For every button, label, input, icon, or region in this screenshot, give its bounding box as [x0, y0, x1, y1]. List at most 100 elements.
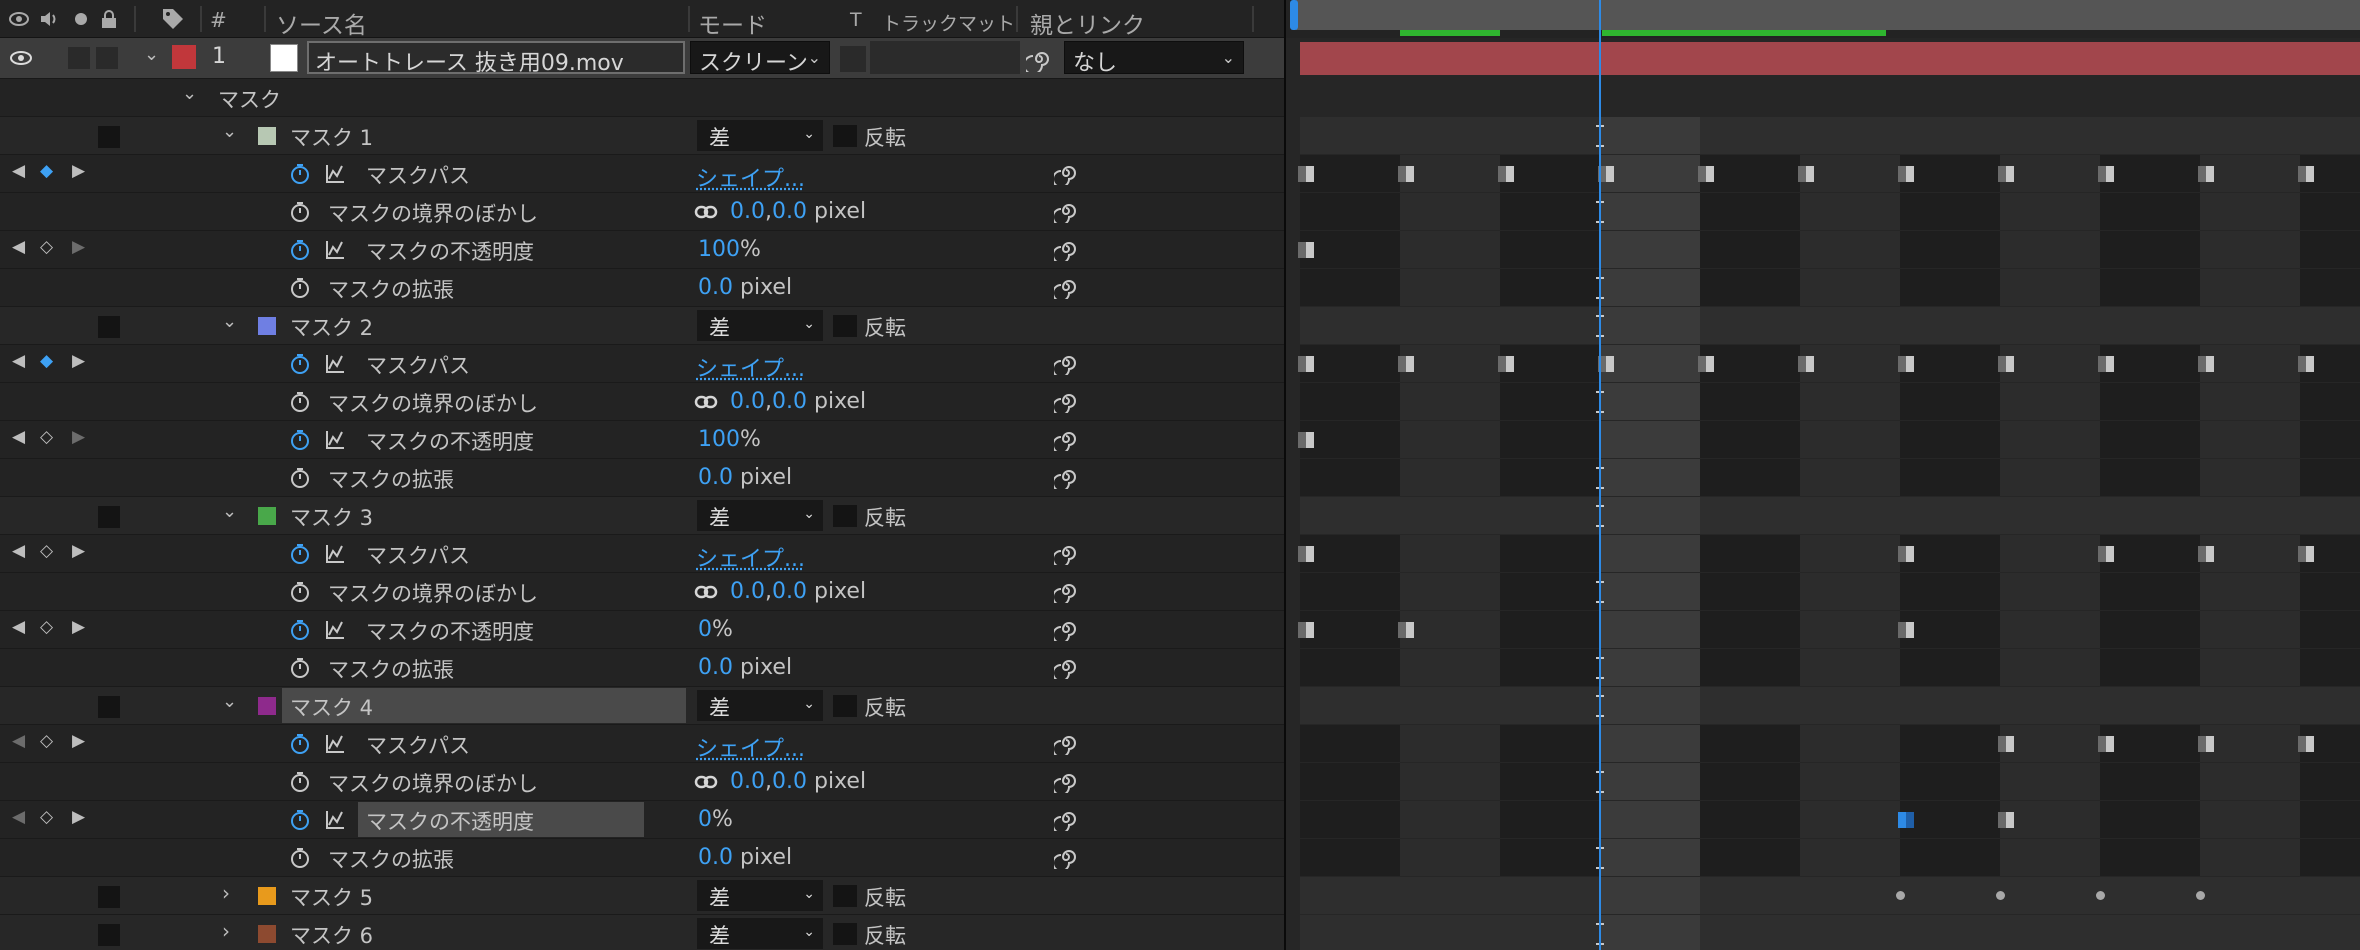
keyframe-marker[interactable]	[2098, 546, 2114, 562]
pickwhip-spiral-icon[interactable]	[1054, 769, 1078, 793]
feather-y-value[interactable]: 0.0	[772, 579, 807, 604]
stopwatch-icon[interactable]	[288, 580, 312, 604]
keyframe-marker[interactable]	[2098, 736, 2114, 752]
property-name[interactable]: マスクパス	[366, 160, 470, 190]
prev-keyframe-icon[interactable]: ◀	[12, 807, 25, 827]
chevron-down-icon[interactable]: ⌄	[222, 691, 237, 712]
time-ruler[interactable]	[1286, 0, 2360, 38]
layer-name-field[interactable]: オートトレース 抜き用09.mov	[307, 41, 685, 74]
track-matte-field[interactable]	[870, 41, 1020, 74]
feather-y-value[interactable]: 0.0	[772, 389, 807, 414]
keyframe-marker[interactable]	[1398, 356, 1414, 372]
property-name[interactable]: マスクの境界のぼかし	[328, 578, 538, 608]
eye-icon[interactable]	[8, 8, 30, 30]
chevron-down-icon[interactable]: ⌄	[222, 311, 237, 332]
keyframe-marker[interactable]	[1998, 356, 2014, 372]
parent-dropdown[interactable]: なし ⌄	[1064, 41, 1244, 74]
add-keyframe-icon[interactable]: ◇	[40, 541, 53, 561]
mask-lock-toggle[interactable]	[98, 126, 120, 148]
timeline-row[interactable]	[1298, 535, 2360, 573]
keyframe-marker[interactable]	[2198, 736, 2214, 752]
mask-property-row-path[interactable]: ◀ ◆ ▶ マスクパス シェイプ...	[0, 155, 1284, 193]
property-name[interactable]: マスクの拡張	[328, 274, 454, 304]
keyframe-marker[interactable]	[1698, 356, 1714, 372]
pickwhip-spiral-icon[interactable]	[1054, 199, 1078, 223]
lock-toggle[interactable]	[96, 47, 118, 69]
mask-mode-dropdown[interactable]: 差 ⌄	[697, 120, 823, 151]
timeline-row[interactable]	[1298, 345, 2360, 383]
chevron-down-icon[interactable]: ⌄	[222, 121, 237, 142]
property-name[interactable]: マスクの拡張	[328, 654, 454, 684]
timeline-row[interactable]	[1300, 307, 2360, 345]
mask-mode-dropdown[interactable]: 差 ⌄	[697, 918, 823, 949]
mask-color-swatch[interactable]	[258, 317, 276, 335]
constrain-link-icon[interactable]	[694, 773, 718, 791]
mask-path-value[interactable]: シェイプ...	[696, 541, 805, 573]
mask-property-row-path[interactable]: ◀ ◇ ▶ マスクパス シェイプ...	[0, 535, 1284, 573]
feather-x-value[interactable]: 0.0	[730, 579, 765, 604]
mask-property-row-feather[interactable]: マスクの境界のぼかし 0.0,0.0 pixel	[0, 383, 1284, 421]
keyframe-marker[interactable]	[2298, 736, 2314, 752]
mask-name[interactable]: マスク 4	[290, 692, 373, 722]
invert-checkbox[interactable]	[833, 125, 857, 147]
keyframe-marker-selected[interactable]	[1898, 812, 1914, 828]
timeline-row[interactable]	[1300, 193, 2360, 231]
stopwatch-icon[interactable]	[288, 656, 312, 680]
keyframe-marker[interactable]	[2298, 546, 2314, 562]
pickwhip-spiral-icon[interactable]	[1054, 465, 1078, 489]
keyframe-marker[interactable]	[1298, 546, 1314, 562]
solo-toggle[interactable]	[68, 47, 90, 69]
keyframe-marker[interactable]	[1898, 166, 1914, 182]
pickwhip-spiral-icon[interactable]	[1054, 731, 1078, 755]
opacity-number[interactable]: 0	[698, 617, 712, 642]
graph-icon[interactable]	[324, 353, 346, 375]
add-keyframe-icon[interactable]: ◇	[40, 237, 53, 257]
property-name[interactable]: マスクの拡張	[328, 844, 454, 874]
chevron-down-icon[interactable]: ⌄	[182, 83, 197, 104]
graph-icon[interactable]	[324, 733, 346, 755]
property-name[interactable]: マスクの不透明度	[366, 806, 534, 836]
solo-icon[interactable]	[70, 8, 92, 30]
property-name[interactable]: マスクの境界のぼかし	[328, 198, 538, 228]
mask-color-swatch[interactable]	[258, 697, 276, 715]
keyframe-marker[interactable]	[1298, 432, 1314, 448]
graph-icon[interactable]	[324, 543, 346, 565]
property-name[interactable]: マスクの不透明度	[366, 236, 534, 266]
mask-property-row-opacity[interactable]: ◀ ◇ ▶ マスクの不透明度 100%	[0, 231, 1284, 269]
stopwatch-icon[interactable]	[288, 618, 312, 642]
stopwatch-icon[interactable]	[288, 162, 312, 186]
graph-icon[interactable]	[324, 429, 346, 451]
pickwhip-spiral-icon[interactable]	[1054, 351, 1078, 375]
keyframe-marker[interactable]	[1398, 622, 1414, 638]
opacity-number[interactable]: 100	[698, 427, 740, 452]
invert-checkbox[interactable]	[833, 695, 857, 717]
timeline-row[interactable]	[1300, 915, 2360, 950]
graph-icon[interactable]	[324, 239, 346, 261]
mask-name[interactable]: マスク 6	[290, 920, 373, 950]
graph-icon[interactable]	[324, 809, 346, 831]
keyframe-marker[interactable]	[1498, 356, 1514, 372]
timeline-row[interactable]	[1300, 117, 2360, 155]
property-name[interactable]: マスクパス	[366, 540, 470, 570]
pickwhip-spiral-icon[interactable]	[1054, 275, 1078, 299]
mask-property-row-opacity[interactable]: ◀ ◇ ▶ マスクの不透明度 0%	[0, 801, 1284, 839]
keyframe-marker[interactable]	[1998, 166, 2014, 182]
add-keyframe-icon[interactable]: ◇	[40, 807, 53, 827]
work-area-bar[interactable]	[1296, 0, 2360, 30]
prev-keyframe-icon[interactable]: ◀	[12, 161, 25, 181]
keyframe-dot[interactable]	[2096, 891, 2105, 900]
timeline-row[interactable]	[1298, 611, 2360, 649]
current-time-indicator[interactable]	[1599, 0, 1601, 950]
mask-color-swatch[interactable]	[258, 127, 276, 145]
keyframe-marker[interactable]	[1898, 546, 1914, 562]
chevron-right-icon[interactable]: ›	[222, 919, 230, 943]
invert-checkbox[interactable]	[833, 885, 857, 907]
audio-icon[interactable]	[38, 8, 60, 30]
mask-row[interactable]: ⌄ マスク 1 差 ⌄ 反転	[0, 117, 1284, 155]
add-keyframe-icon[interactable]: ◆	[40, 161, 53, 181]
prev-keyframe-icon[interactable]: ◀	[12, 427, 25, 447]
mask-lock-toggle[interactable]	[98, 924, 120, 946]
timeline-row[interactable]	[1300, 725, 2360, 763]
keyframe-dot[interactable]	[1896, 891, 1905, 900]
mask-name[interactable]: マスク 1	[290, 122, 373, 152]
